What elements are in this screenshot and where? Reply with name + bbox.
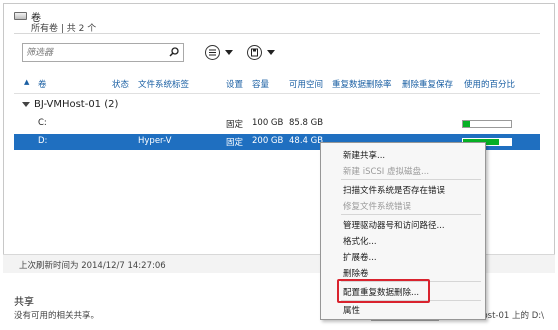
share-title: 共享 xyxy=(14,297,34,308)
volumes-header: 卷 所有卷 | 共 2 个 xyxy=(14,9,214,35)
menu-item-new-share[interactable]: 新建共享... xyxy=(343,149,385,161)
col-free-space[interactable]: 可用空间 xyxy=(289,78,323,90)
free-space-cell: 85.8 GB xyxy=(289,118,324,128)
volume-cell: C: xyxy=(38,118,47,128)
view-options-button[interactable] xyxy=(205,44,235,61)
setting-cell: 固定 xyxy=(226,138,244,148)
table-row[interactable]: C: 固定 100 GB 85.8 GB xyxy=(14,116,540,132)
server-group-label: BJ-VMHost-01 (2) xyxy=(34,99,119,110)
column-header: ▲ 卷 状态 文件系统标签 设置 容量 可用空间 重复数据删除率 删除重复保存 … xyxy=(14,78,540,91)
save-icon xyxy=(247,45,262,60)
menu-item-extend-volume[interactable]: 扩展卷... xyxy=(343,251,377,263)
list-options-icon xyxy=(205,45,220,60)
filter-input[interactable] xyxy=(26,45,164,60)
filter-box[interactable] xyxy=(22,43,184,62)
chevron-down-icon xyxy=(267,50,275,55)
usage-bar xyxy=(462,120,512,128)
volume-cell: D: xyxy=(38,136,48,146)
menu-item-properties[interactable]: 属性 xyxy=(343,304,360,316)
menu-item-format[interactable]: 格式化... xyxy=(343,235,377,247)
menu-item-manage-drive-letter[interactable]: 管理驱动器号和访问路径... xyxy=(343,219,445,231)
menu-separator xyxy=(341,179,481,180)
col-capacity[interactable]: 容量 xyxy=(252,78,269,90)
capacity-cell: 200 GB xyxy=(252,136,284,146)
disk-icon xyxy=(14,12,27,20)
capacity-cell: 100 GB xyxy=(252,118,284,128)
menu-item-delete-volume[interactable]: 删除卷 xyxy=(343,267,369,279)
chevron-down-icon xyxy=(225,50,233,55)
usage-bar-fill xyxy=(463,121,470,127)
fs-label-cell: Hyper-V xyxy=(138,136,172,146)
col-setting[interactable]: 设置 xyxy=(226,78,243,90)
last-refresh-text: 上次刷新时间为 2014/12/7 14:27:06 xyxy=(19,261,166,271)
menu-item-scan-fs[interactable]: 扫描文件系统是否存在错误 xyxy=(343,184,445,196)
free-space-cell: 48.4 GB xyxy=(289,136,324,146)
save-query-button[interactable] xyxy=(247,44,277,61)
collapse-icon[interactable] xyxy=(22,102,30,107)
menu-separator xyxy=(341,214,481,215)
col-status[interactable]: 状态 xyxy=(112,78,129,90)
sort-arrow-icon: ▲ xyxy=(24,78,30,86)
column-divider xyxy=(14,93,540,94)
col-fs-label[interactable]: 文件系统标签 xyxy=(138,78,189,90)
highlight-box xyxy=(337,279,430,303)
setting-cell: 固定 xyxy=(226,120,244,130)
menu-item-repair-fs: 修复文件系统错误 xyxy=(343,202,412,212)
menu-item-new-iscsi-disk: 新建 iSCSI 虚拟磁盘... xyxy=(343,167,430,177)
col-dedup-savings[interactable]: 删除重复保存 xyxy=(402,78,453,90)
col-dedup-rate[interactable]: 重复数据删除率 xyxy=(332,78,392,90)
col-percent-used[interactable]: 使用的百分比 xyxy=(464,78,515,90)
search-icon[interactable] xyxy=(169,47,179,57)
col-volume[interactable]: 卷 xyxy=(38,78,47,90)
share-subtitle: 没有可用的相关共享。 xyxy=(14,311,100,321)
header-divider xyxy=(14,33,540,34)
